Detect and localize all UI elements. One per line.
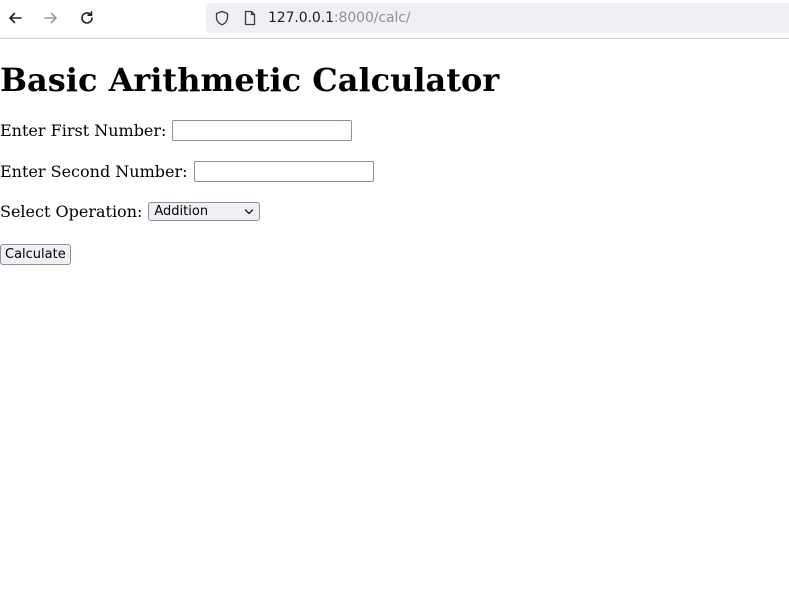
second-number-input[interactable] bbox=[193, 161, 374, 182]
back-button[interactable] bbox=[1, 4, 29, 32]
shield-icon[interactable] bbox=[214, 10, 230, 26]
reload-icon bbox=[81, 11, 93, 24]
page-icon[interactable] bbox=[242, 10, 258, 26]
reload-button[interactable] bbox=[73, 4, 101, 32]
first-number-input[interactable] bbox=[172, 120, 353, 141]
url-host: 127.0.0.1 bbox=[268, 10, 334, 26]
first-number-row: Enter First Number: bbox=[0, 120, 353, 141]
arrow-left-icon bbox=[9, 12, 22, 24]
first-number-label: Enter First Number: bbox=[0, 121, 167, 140]
operation-label: Select Operation: bbox=[0, 202, 143, 221]
chevron-down-icon bbox=[245, 209, 254, 215]
second-number-label: Enter Second Number: bbox=[0, 162, 188, 181]
address-bar[interactable]: 127.0.0.1:8000/calc/ bbox=[206, 3, 789, 33]
second-number-row: Enter Second Number: bbox=[0, 161, 374, 182]
arrow-right-icon bbox=[44, 12, 57, 24]
browser-toolbar: 127.0.0.1:8000/calc/ bbox=[0, 0, 789, 39]
calculate-button[interactable]: Calculate bbox=[0, 244, 71, 265]
url-path: :8000/calc/ bbox=[333, 10, 411, 26]
page-title: Basic Arithmetic Calculator bbox=[0, 61, 500, 99]
operation-select[interactable]: Addition bbox=[148, 202, 261, 221]
url-text[interactable]: 127.0.0.1:8000/calc/ bbox=[268, 10, 411, 26]
operation-selected-value: Addition bbox=[154, 204, 209, 219]
forward-button[interactable] bbox=[37, 4, 65, 32]
operation-row: Select Operation: Addition bbox=[0, 202, 261, 221]
